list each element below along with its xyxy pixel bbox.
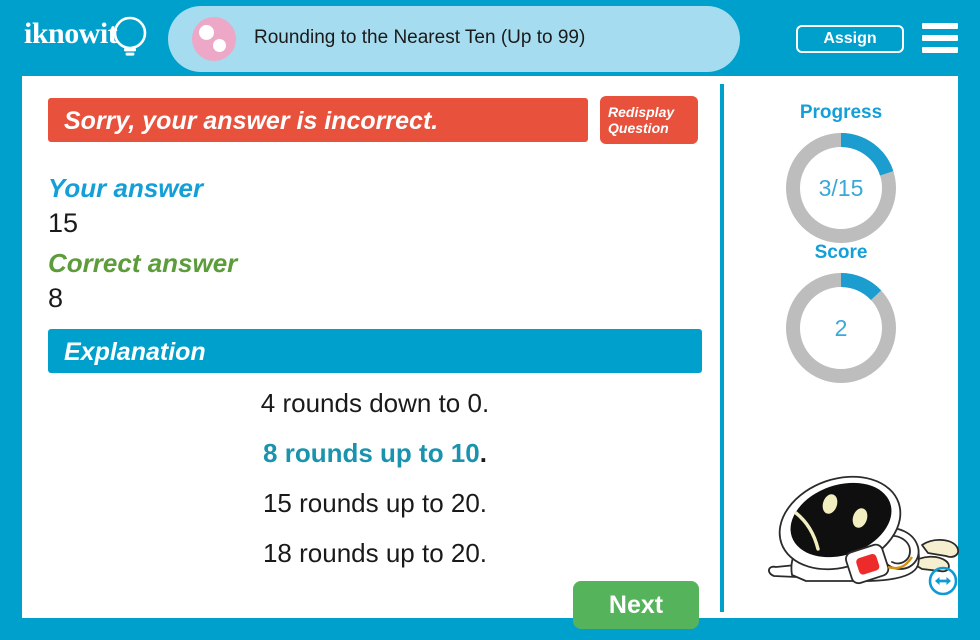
page-title: Rounding to the Nearest Ten (Up to 99) [254,27,586,48]
explanation-line-period: . [479,438,487,468]
result-message: Sorry, your answer is incorrect. [64,107,439,135]
brand-logo-text: iknowit [24,17,118,50]
pink-dots-icon [192,17,236,61]
correct-answer-label: Correct answer [48,248,238,278]
explanation-label: Explanation [64,338,206,366]
double-arrow-resize-icon[interactable] [928,566,958,596]
question-panel: Sorry, your answer is incorrect. Redispl… [22,76,720,629]
explanation-line: 15 rounds up to 20. [262,488,488,518]
explanation-line: 8 rounds up to 10. [263,438,487,468]
app-root: iknowit Rounding to the Nearest Ten (Up … [0,0,980,640]
redisplay-question-button[interactable]: Redisplay Question [600,96,698,144]
next-button-label: Next [608,591,664,619]
progress-label: Progress [799,102,883,123]
brand-logo[interactable]: iknowit [24,14,164,62]
next-button[interactable]: Next [573,581,699,629]
correct-answer-value: 8 [48,283,64,313]
result-banner: Sorry, your answer is incorrect. [48,98,588,142]
explanation-header: Explanation [48,329,702,373]
explanation-body: 4 rounds down to 0. 8 rounds up to 10. 15 … [48,379,702,579]
content-inner: Sorry, your answer is incorrect. Redispl… [22,76,959,629]
progress-value: 3/15 [818,174,864,201]
explanation-line: 18 rounds up to 20. [262,538,488,568]
progress-donut: 3/15 [781,128,901,248]
stats-panel: Progress 3/15 Score 2 [724,76,959,618]
your-answer-value: 15 [48,208,79,238]
content-frame: Sorry, your answer is incorrect. Redispl… [0,58,980,640]
explanation-line: 4 rounds down to 0. [260,388,490,418]
your-answer-label: Your answer [48,173,204,203]
score-value: 2 [834,314,848,341]
score-label: Score [814,242,868,263]
redisplay-line-2: Question [608,120,669,136]
redisplay-line-1: Redisplay [608,104,675,120]
score-donut: 2 [781,268,901,388]
lesson-title-pill: Rounding to the Nearest Ten (Up to 99) [168,6,740,72]
app-header: iknowit Rounding to the Nearest Ten (Up … [0,0,980,76]
lightbulb-icon [113,16,147,56]
hamburger-menu-icon[interactable] [922,23,958,55]
assign-button[interactable]: Assign [796,25,904,53]
